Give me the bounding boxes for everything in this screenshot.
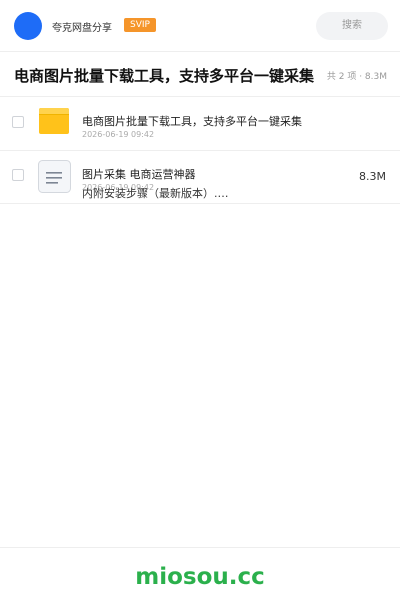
file-name[interactable]: 电商图片批量下载工具，支持多平台一键采集 — [82, 113, 302, 129]
file-size: 8.3M — [359, 170, 386, 183]
document-icon — [38, 160, 71, 193]
file-date: 2026-06-19 09:42 — [82, 130, 155, 139]
search-button[interactable]: 搜索 — [316, 12, 388, 40]
header-bar: 夸克网盘分享 SVIP 搜索 — [0, 0, 400, 52]
file-description: 内附安装步骤（最新版本）.… — [82, 187, 229, 200]
select-checkbox[interactable] — [12, 116, 24, 128]
select-checkbox[interactable] — [12, 169, 24, 181]
file-name[interactable]: 图片采集 电商运营神器 — [82, 166, 196, 182]
file-row-folder[interactable]: 电商图片批量下载工具，支持多平台一键采集 2026-06-19 09:42 — [0, 97, 400, 151]
footer: miosou.cc — [0, 547, 400, 600]
share-title-bar: 电商图片批量下载工具，支持多平台一键采集 共 2 项 · 8.3M — [0, 52, 400, 97]
folder-icon — [39, 108, 69, 134]
page-title: 电商图片批量下载工具，支持多平台一键采集 — [14, 67, 315, 85]
share-summary: 共 2 项 · 8.3M — [326, 72, 387, 82]
avatar[interactable] — [14, 12, 42, 40]
watermark-logo: miosou.cc — [135, 564, 265, 590]
vip-badge: SVIP — [124, 18, 156, 32]
app-name: 夸克网盘分享 — [52, 23, 112, 34]
file-row-document[interactable]: 图片采集 电商运营神器 2026-06-19 09:42 内附安装步骤（最新版本… — [0, 150, 400, 204]
